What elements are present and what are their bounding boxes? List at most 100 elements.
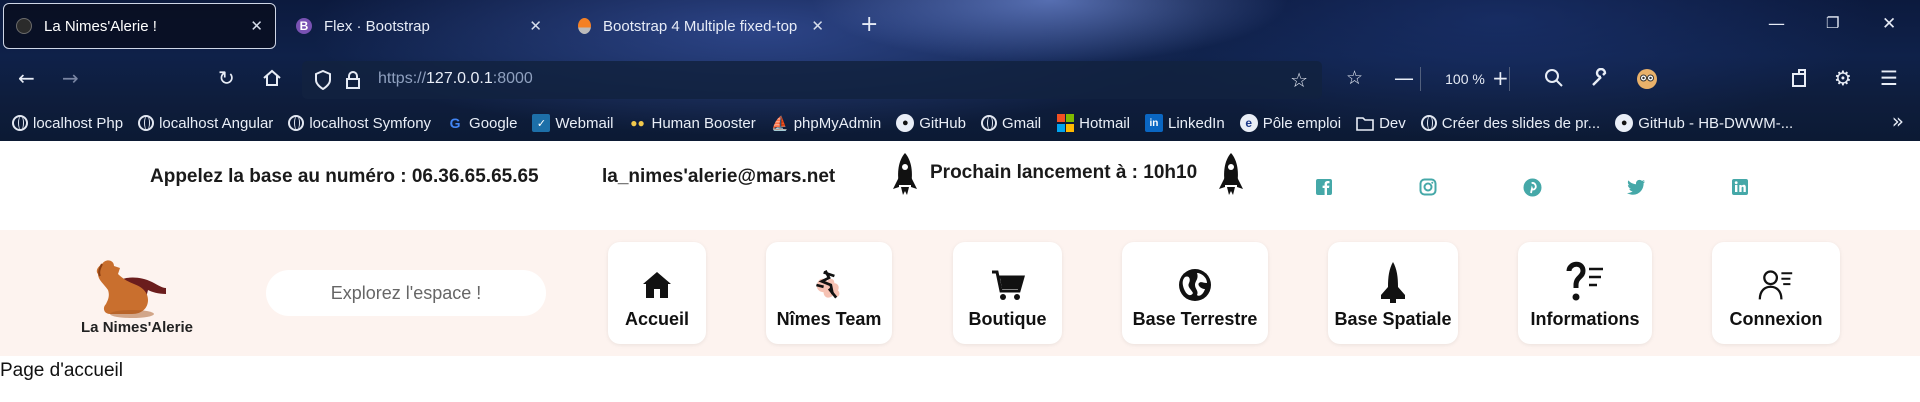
info-icon — [1563, 259, 1607, 303]
reload-icon[interactable]: ↻ — [218, 68, 235, 88]
bookmark-label: Dev — [1379, 114, 1406, 132]
bookmark-linkedin[interactable]: in LinkedIn — [1144, 114, 1225, 132]
nav-connexion-button[interactable]: Connexion — [1712, 242, 1840, 344]
restore-icon[interactable]: ❐ — [1826, 14, 1839, 32]
pinterest-icon[interactable] — [1522, 177, 1542, 197]
close-tab-icon[interactable]: ✕ — [811, 17, 824, 35]
bookmark-localhost-angular[interactable]: localhost Angular — [138, 115, 273, 132]
nav-label: Accueil — [624, 309, 690, 329]
tab-label: Bootstrap 4 Multiple fixed-top — [603, 17, 798, 35]
shuttle-icon — [1375, 261, 1411, 303]
tab-bootstrap-fixed-top[interactable]: Bootstrap 4 Multiple fixed-top ✕ — [566, 3, 836, 49]
menu-hamburger-icon[interactable]: ☰ — [1880, 68, 1898, 88]
browser-chrome: La Nimes'Alerie ! ✕ B Flex · Bootstrap ✕… — [0, 0, 1920, 141]
close-tab-icon[interactable]: ✕ — [529, 17, 542, 35]
settings-gear-icon[interactable]: ⚙ — [1834, 68, 1852, 88]
pole-emploi-icon: e — [1239, 114, 1258, 132]
bookmark-label: phpMyAdmin — [793, 114, 882, 132]
bookmark-label: Pôle emploi — [1262, 114, 1342, 132]
minimize-icon[interactable]: — — [1768, 14, 1785, 34]
bookmark-label: localhost Symfony — [309, 114, 432, 132]
bookmark-human-booster[interactable]: ●● Human Booster — [629, 114, 756, 132]
bookmark-webmail[interactable]: ✓ Webmail — [532, 114, 614, 132]
phpmyadmin-icon: ⛵ — [771, 114, 789, 131]
globe-icon — [1420, 115, 1437, 131]
main-navigation: La Nimes'Alerie Accueil Nîmes Team Bouti… — [0, 230, 1920, 356]
bookmark-localhost-php[interactable]: localhost Php — [12, 115, 123, 132]
search-input[interactable] — [266, 270, 546, 316]
bookmark-github-hb-dwwm[interactable]: ● GitHub - HB-DWWM-... — [1615, 114, 1793, 132]
new-tab-plus-icon[interactable]: + — [860, 14, 878, 36]
tab-flex-bootstrap[interactable]: B Flex · Bootstrap ✕ — [284, 3, 554, 49]
stackoverflow-favicon-icon — [578, 18, 591, 34]
more-bookmarks-chevron-icon[interactable]: » — [1892, 109, 1904, 133]
tab-la-nimes-alerie[interactable]: La Nimes'Alerie ! ✕ — [3, 3, 276, 49]
facebook-icon[interactable] — [1314, 177, 1334, 197]
rocket-icon — [1219, 153, 1243, 195]
bookmark-label: Google — [469, 114, 518, 132]
bookmark-label: Webmail — [555, 114, 614, 132]
bookmark-label: localhost Angular — [159, 114, 274, 132]
close-tab-icon[interactable]: ✕ — [250, 17, 263, 35]
shield-icon[interactable] — [314, 69, 332, 94]
nav-boutique-button[interactable]: Boutique — [953, 242, 1062, 344]
bookmark-phpmyadmin[interactable]: ⛵ phpMyAdmin — [771, 114, 882, 132]
bookmark-localhost-symfony[interactable]: localhost Symfony — [288, 115, 431, 132]
extensions-icon[interactable] — [1790, 68, 1810, 91]
bookmark-gmail[interactable]: Gmail — [980, 115, 1041, 132]
microsoft-icon — [1056, 114, 1074, 132]
earth-icon — [1177, 267, 1213, 303]
bookmark-creer-slides[interactable]: Créer des slides de pr... — [1420, 115, 1600, 132]
url-text[interactable]: https://127.0.0.1:8000 — [378, 70, 533, 88]
tab-strip: La Nimes'Alerie ! ✕ B Flex · Bootstrap ✕… — [0, 0, 1920, 54]
wrench-icon[interactable] — [1590, 67, 1610, 91]
pocket-icon[interactable]: ☆ — [1346, 68, 1363, 88]
zoom-out-icon[interactable]: — — [1394, 68, 1414, 88]
folder-icon — [1356, 114, 1374, 132]
user-icon — [1758, 267, 1794, 303]
rocket-icon — [893, 153, 917, 195]
home-browser-icon[interactable] — [262, 68, 282, 91]
nav-label: Informations — [1530, 309, 1640, 329]
bookmarks-bar: localhost Php localhost Angular localhos… — [12, 111, 1808, 135]
bookmark-label: Hotmail — [1079, 114, 1130, 132]
instagram-icon[interactable] — [1418, 177, 1438, 197]
bookmark-google[interactable]: G Google — [446, 114, 518, 132]
bookmark-hotmail[interactable]: Hotmail — [1056, 114, 1130, 132]
bookmark-label: LinkedIn — [1167, 114, 1225, 132]
address-bar[interactable]: https://127.0.0.1:8000 ☆ — [302, 61, 1322, 99]
bookmark-star-icon[interactable]: ☆ — [1290, 68, 1308, 92]
tab-label: La Nimes'Alerie ! — [44, 17, 157, 35]
dog-cat-logo-icon — [96, 260, 166, 318]
site-top-bar: Appelez la base au numéro : 06.36.65.65.… — [0, 141, 1920, 230]
tab-label: Flex · Bootstrap — [324, 17, 430, 35]
search-icon[interactable] — [1544, 68, 1564, 91]
nav-informations-button[interactable]: Informations — [1518, 242, 1652, 344]
linkedin-icon[interactable] — [1730, 177, 1750, 197]
bookmark-label: localhost Php — [33, 114, 124, 132]
lock-icon[interactable] — [344, 70, 362, 94]
twitter-icon[interactable] — [1626, 177, 1646, 197]
human-booster-icon: ●● — [630, 116, 645, 130]
navigation-toolbar: ← → ↻ https://127.0.0.1:8000 ☆ ☆ — 100 %… — [0, 58, 1920, 102]
bookmark-folder-dev[interactable]: Dev — [1356, 114, 1406, 132]
launch-info: Prochain lancement à : 10h10 — [930, 162, 1198, 183]
profile-avatar-icon[interactable] — [1636, 68, 1658, 93]
back-arrow-icon[interactable]: ← — [18, 68, 35, 88]
home-icon — [639, 267, 675, 303]
site-logo[interactable]: La Nimes'Alerie — [62, 252, 212, 344]
bookmark-pole-emploi[interactable]: e Pôle emploi — [1239, 114, 1342, 132]
nav-accueil-button[interactable]: Accueil — [608, 242, 706, 344]
nav-nimes-team-button[interactable]: Nîmes Team — [766, 242, 892, 344]
nav-label: Boutique — [968, 309, 1047, 329]
nav-base-spatiale-button[interactable]: Base Spatiale — [1328, 242, 1458, 344]
bookmark-label: Human Booster — [651, 114, 756, 132]
nav-base-terrestre-button[interactable]: Base Terrestre — [1122, 242, 1268, 344]
github-icon: ● — [896, 114, 915, 132]
nav-label: Base Terrestre — [1132, 309, 1258, 329]
email-link[interactable]: la_nimes'alerie@mars.net — [602, 166, 835, 188]
zoom-in-icon[interactable]: + — [1492, 68, 1509, 88]
bookmark-github[interactable]: ● GitHub — [896, 114, 966, 132]
close-window-icon[interactable]: ✕ — [1882, 14, 1896, 34]
forward-arrow-icon[interactable]: → — [62, 68, 79, 88]
